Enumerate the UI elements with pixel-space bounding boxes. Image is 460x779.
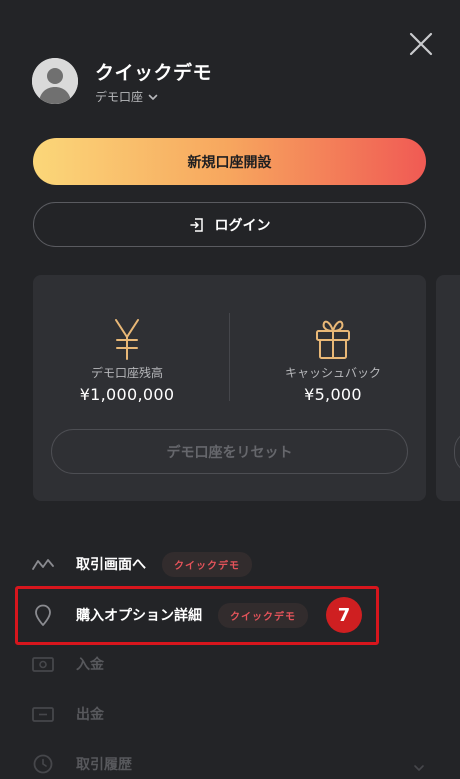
menu-item-label: 出金	[76, 707, 104, 723]
history-icon	[30, 751, 56, 777]
chart-line-icon	[30, 551, 56, 577]
login-icon	[189, 217, 203, 232]
deposit-icon	[30, 651, 56, 677]
balance-card: デモ口座残高 ¥1,000,000 キャッシュバック ¥5,000 デモ口座をリ…	[33, 275, 426, 501]
account-type-selector[interactable]: デモ口座	[95, 88, 159, 105]
close-button[interactable]	[405, 28, 437, 60]
login-label: ログイン	[214, 217, 271, 234]
reset-demo-label: デモ口座をリセット	[166, 444, 293, 461]
login-button[interactable]: ログイン	[33, 202, 426, 247]
menu-item-trade-screen[interactable]: 取引画面へ クイックデモ	[30, 542, 252, 586]
avatar	[32, 58, 78, 104]
next-card-button-edge	[454, 430, 460, 474]
account-name: クイックデモ	[95, 62, 213, 84]
demo-balance-value: ¥1,000,000	[79, 385, 175, 404]
menu-item-deposit[interactable]: 入金	[30, 642, 104, 686]
user-icon	[32, 58, 78, 104]
open-account-label: 新規口座開設	[187, 154, 272, 171]
yen-icon	[107, 317, 147, 361]
step-number-badge: 7	[326, 597, 362, 633]
gift-icon	[313, 317, 353, 361]
annotation-highlight-box	[15, 586, 379, 645]
withdraw-icon	[30, 701, 56, 727]
next-card-peek	[436, 275, 460, 501]
menu-item-label: 入金	[76, 657, 104, 673]
chevron-down-icon[interactable]	[412, 760, 426, 774]
close-icon	[409, 32, 433, 56]
menu-item-label: 取引画面へ	[76, 557, 146, 573]
reset-demo-button[interactable]: デモ口座をリセット	[51, 429, 408, 474]
open-account-button[interactable]: 新規口座開設	[33, 138, 426, 185]
demo-balance-label: デモ口座残高	[90, 366, 163, 380]
cashback-label: キャッシュバック	[284, 366, 381, 380]
side-menu-screen: クイックデモ デモ口座 新規口座開設 ログイン デモ口座残高 ¥1,000,00…	[0, 0, 460, 779]
card-divider	[229, 313, 230, 401]
menu-item-label: 取引履歴	[76, 757, 132, 773]
account-type-label: デモ口座	[95, 90, 144, 104]
chevron-down-icon	[148, 94, 158, 100]
menu-item-withdraw[interactable]: 出金	[30, 692, 104, 736]
cashback-value: ¥5,000	[304, 385, 362, 404]
menu-item-history[interactable]: 取引履歴	[30, 742, 132, 779]
quick-demo-tag: クイックデモ	[162, 551, 252, 577]
